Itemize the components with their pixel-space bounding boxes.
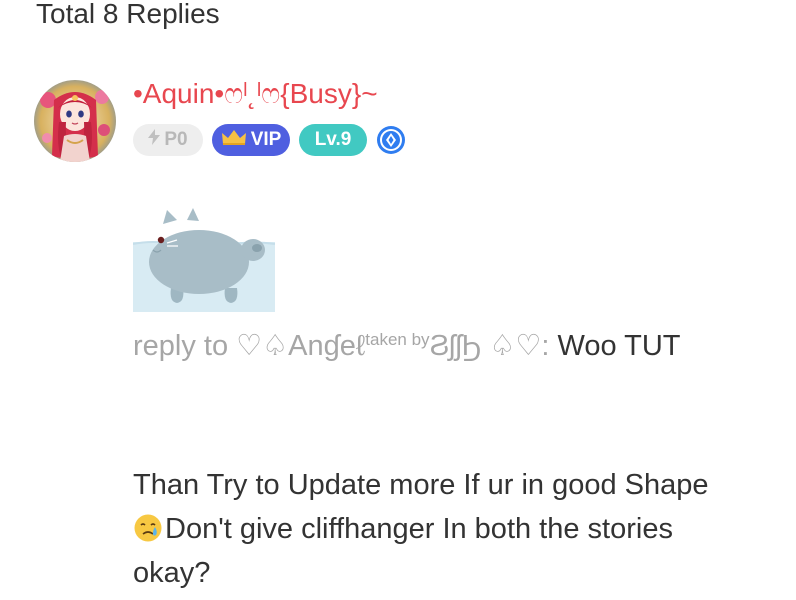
- diamond-icon: [376, 125, 406, 155]
- reply-target-sup: taken by: [365, 330, 430, 349]
- power-badge-label: P0: [164, 129, 188, 150]
- crown-icon: [221, 128, 247, 152]
- level-badge: Lv.9: [299, 124, 367, 156]
- username[interactable]: •Aquin•ෆˡ˛ˡෆ{Busy}~: [133, 78, 378, 111]
- power-badge: P0: [133, 124, 203, 156]
- crying-face-emoji: [133, 512, 163, 542]
- comment-body: Than Try to Update more If ur in good Sh…: [133, 463, 753, 595]
- user-badges: P0 VIP Lv.9: [133, 124, 406, 156]
- vip-badge: VIP: [212, 124, 290, 156]
- comment-line-2-text: Don't give cliffhanger In both the stori…: [165, 513, 673, 545]
- lightning-icon: [148, 129, 161, 151]
- vip-badge-label: VIP: [250, 129, 282, 150]
- comment-line-3: okay?: [133, 557, 211, 589]
- reply-quoted-text: Woo TUT: [557, 330, 681, 362]
- comment-line-1: Than Try to Update more If ur in good Sh…: [133, 469, 709, 501]
- reply-prefix: reply to: [133, 330, 237, 362]
- reply-target-user[interactable]: ♡♤Anɠeℓ: [236, 330, 365, 362]
- user-avatar[interactable]: [34, 80, 116, 162]
- reply-target-suffix: ϨʃʃϦ ♤♡: [429, 330, 542, 362]
- reply-reference: reply to ♡♤Anɠeℓtaken byϨʃʃϦ ♤♡: Woo TUT: [133, 328, 681, 363]
- reply-colon: :: [541, 330, 558, 362]
- replies-count-header: Total 8 Replies: [36, 0, 220, 29]
- cat-sticker-icon: [132, 206, 276, 312]
- comment-line-2: Don't give cliffhanger In both the stori…: [133, 507, 753, 551]
